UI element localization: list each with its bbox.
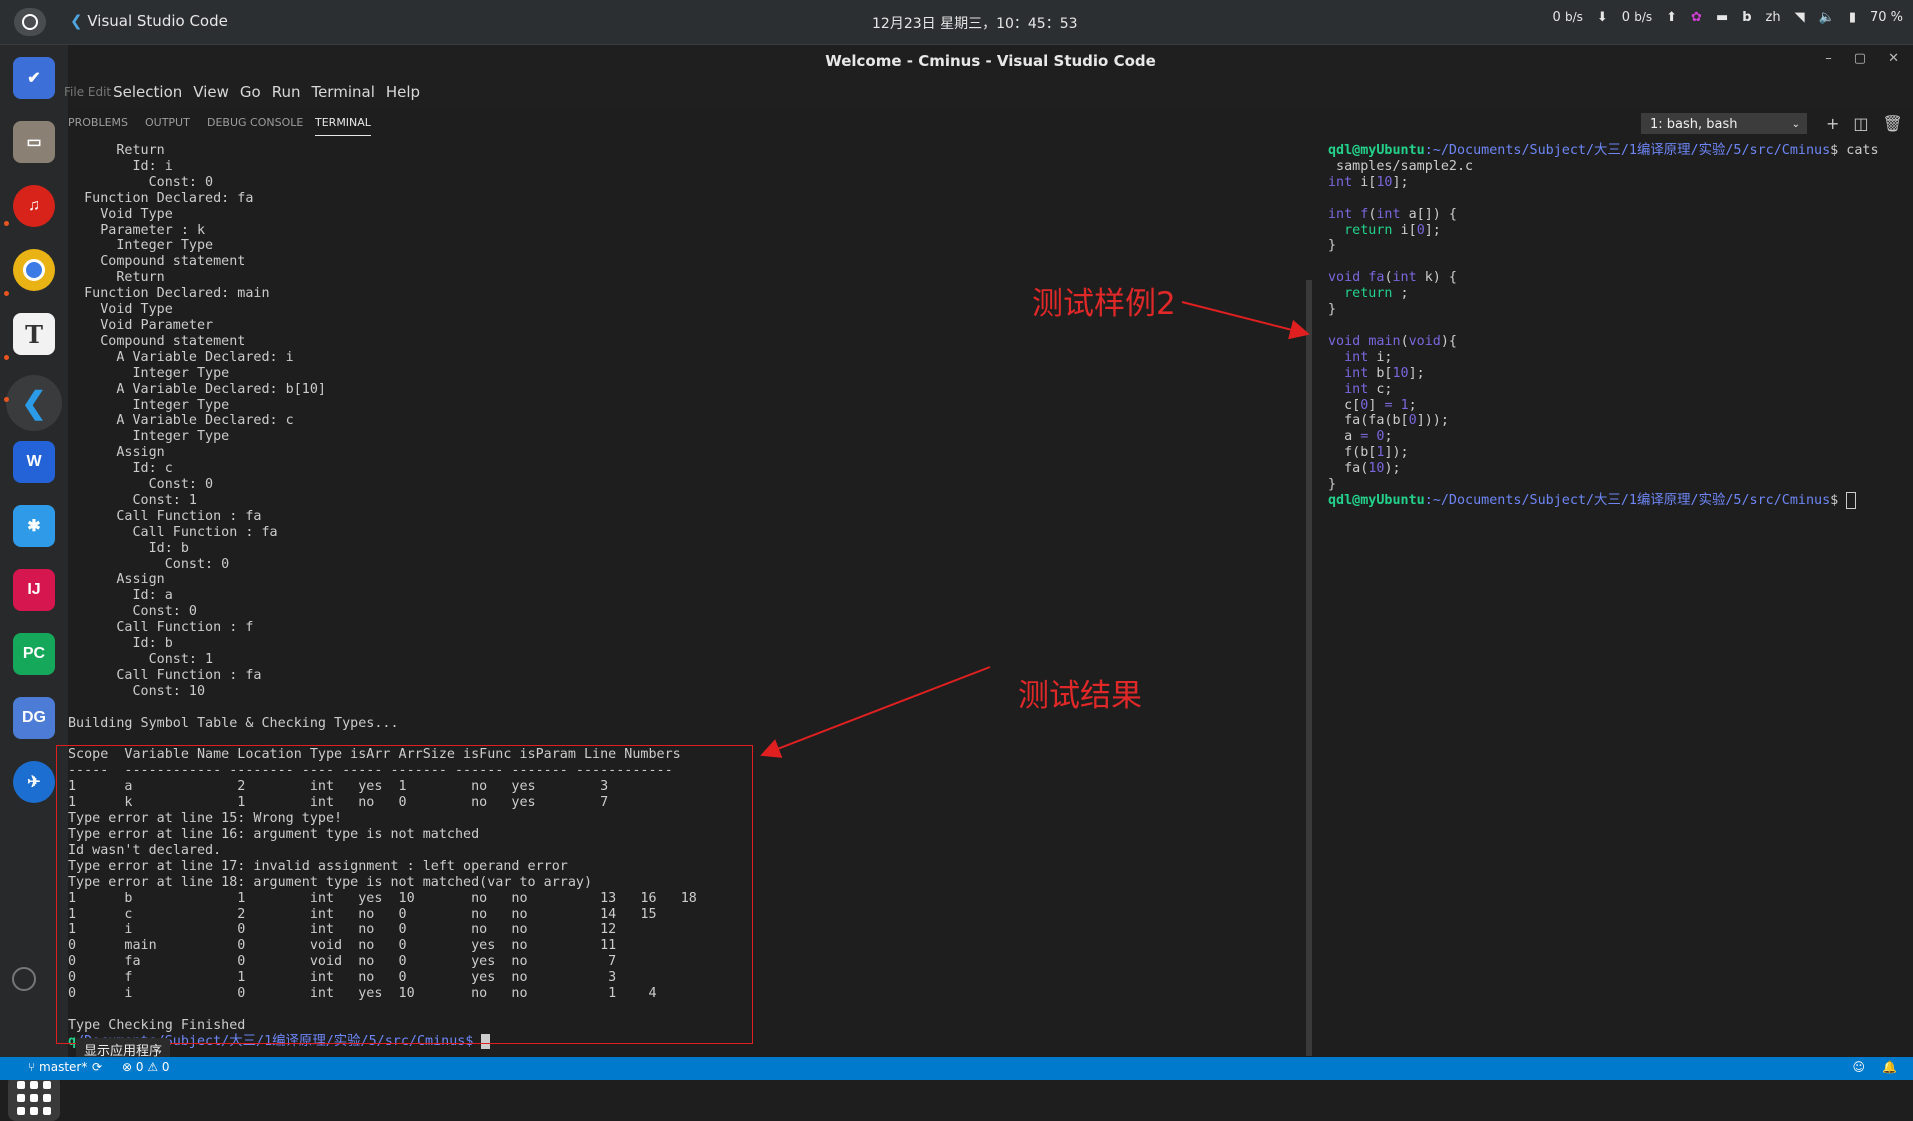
arrow-to-result <box>760 666 991 758</box>
branch-indicator[interactable]: ⑂ master* <box>28 1060 87 1074</box>
feedback-icon[interactable]: ☺ <box>1852 1060 1865 1074</box>
arrow-to-sample <box>1181 301 1310 340</box>
problems-indicator[interactable]: ⊗ 0 ⚠ 0 <box>122 1060 170 1074</box>
status-bar: ⑂ master* ⟳ ⊗ 0 ⚠ 0 ☺ 🔔 <box>0 1057 1913 1080</box>
annotation-arrows <box>760 301 1310 758</box>
show-apps-button[interactable] <box>8 1075 60 1121</box>
git-branch-icon: ⑂ <box>28 1060 36 1074</box>
bell-icon[interactable]: 🔔 <box>1882 1060 1897 1074</box>
sync-icon[interactable]: ⟳ <box>92 1060 102 1074</box>
